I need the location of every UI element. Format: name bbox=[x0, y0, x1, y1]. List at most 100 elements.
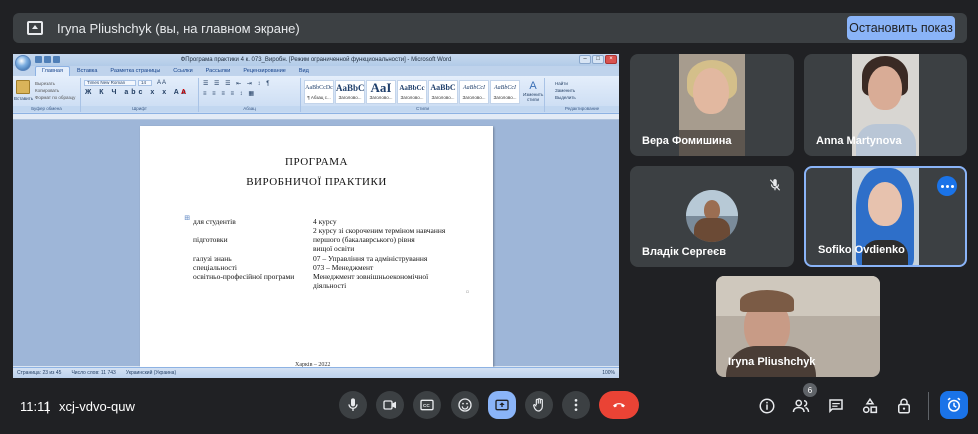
people-count-badge: 6 bbox=[803, 383, 817, 397]
doc-heading-2: ВИРОБНИЧОЇ ПРАКТИКИ bbox=[246, 176, 387, 188]
word-tab-view: Вид bbox=[298, 68, 309, 74]
presenting-banner: Iryna Pliushchyk (вы, на главном экране)… bbox=[13, 13, 967, 43]
style-heading: AaBbC Заголово... bbox=[428, 80, 458, 104]
mic-button[interactable] bbox=[339, 391, 367, 419]
info-icon bbox=[759, 398, 775, 414]
present-button[interactable] bbox=[488, 391, 516, 419]
activities-icon bbox=[862, 397, 878, 414]
more-vert-icon bbox=[574, 399, 578, 411]
style-heading: AaI Заголово... bbox=[366, 80, 396, 104]
find-item: Найти bbox=[555, 81, 568, 86]
change-styles-icon: A bbox=[529, 80, 537, 92]
doc-row-value: першого (бакалаврського) рівня bbox=[313, 235, 415, 244]
participant-name: Sofiko Ovdienko bbox=[818, 244, 905, 256]
present-to-all-icon bbox=[27, 21, 43, 35]
ribbon-group-label: Редактирование bbox=[545, 106, 619, 112]
cut-item: Вырезать bbox=[35, 81, 56, 86]
timer-button[interactable] bbox=[940, 391, 968, 419]
info-button[interactable] bbox=[757, 396, 777, 416]
participant-name: Владік Сергеєв bbox=[642, 246, 726, 258]
ribbon-group-paragraph: ☰ ☰ ☰ ⇤ ⇥ ↕ ¶ ≡ ≡ ≡ ≡ ↕ ▦ Абзац bbox=[199, 78, 301, 112]
word-statusbar: Страница: 23 из 45 Число слов: 11 743 Ук… bbox=[13, 367, 619, 378]
participant-tile-active-speaker[interactable]: Sofiko Ovdienko bbox=[804, 166, 967, 267]
participant-tile-self[interactable]: Iryna Pliushchyk bbox=[716, 276, 880, 377]
banner-title: Iryna Pliushchyk (вы, на главном экране) bbox=[57, 20, 300, 36]
word-tab-insert: Вставка bbox=[76, 68, 98, 74]
style-heading: AaBbCcI Заголово... bbox=[490, 80, 520, 104]
doc-row-label: спеціальності bbox=[193, 263, 237, 272]
status-zoom: 100% bbox=[602, 370, 615, 376]
ribbon-group-label: Шрифт bbox=[81, 106, 198, 112]
camera-button[interactable] bbox=[376, 391, 404, 419]
status-page: Страница: 23 из 45 bbox=[17, 370, 62, 376]
timer-icon bbox=[947, 397, 961, 412]
font-size-select: 14 bbox=[138, 80, 152, 86]
paragraph-mark-icon: ¤ bbox=[466, 290, 469, 296]
people-icon bbox=[792, 399, 810, 413]
ribbon-group-label: Абзац bbox=[199, 106, 300, 112]
word-tab-layout: Разметка страницы bbox=[110, 68, 161, 74]
replace-item: Заменить bbox=[555, 88, 576, 93]
minimize-icon: – bbox=[579, 55, 591, 64]
window-controls: – □ × bbox=[579, 55, 617, 64]
separator: | bbox=[46, 399, 50, 414]
host-controls-button[interactable] bbox=[894, 396, 914, 416]
doc-row-label: підготовки bbox=[193, 235, 228, 244]
word-ribbon-tabs: Главная Вставка Разметка страницы Ссылки… bbox=[13, 66, 619, 76]
participant-tile[interactable]: Владік Сергеєв bbox=[630, 166, 794, 267]
captions-icon: CC bbox=[420, 399, 434, 411]
chat-icon bbox=[829, 399, 843, 414]
people-button[interactable] bbox=[791, 396, 811, 416]
table-anchor-icon: ⊞ bbox=[184, 214, 190, 222]
document-page: ПРОГРАМА ВИРОБНИЧОЇ ПРАКТИКИ ⊞ для студе… bbox=[140, 126, 493, 376]
word-window-title: ФПрограма практики 4 к. 073_Виробн. [Реж… bbox=[180, 57, 452, 63]
paste-icon bbox=[16, 80, 30, 94]
meeting-code: xcj-vdvo-quw bbox=[59, 399, 135, 414]
emoji-button[interactable] bbox=[451, 391, 479, 419]
more-options-button[interactable] bbox=[562, 391, 590, 419]
doc-row-label: галузі знань bbox=[193, 254, 232, 263]
more-options-icon[interactable] bbox=[937, 176, 957, 196]
chat-button[interactable] bbox=[826, 396, 846, 416]
end-call-icon bbox=[613, 403, 625, 408]
ribbon-group-styles: AaBbCcDc ¶ Абзац с... AaBbC Заголово... Aa… bbox=[301, 78, 545, 112]
word-ribbon: Вставить Вырезать Копировать Формат по о… bbox=[13, 76, 619, 114]
participant-tile[interactable]: Anna Martynova bbox=[804, 54, 967, 156]
style-heading: AaBbCcI Заголово... bbox=[459, 80, 489, 104]
divider bbox=[928, 392, 929, 420]
doc-row-value: 4 курсу bbox=[313, 217, 337, 226]
doc-heading-1: ПРОГРАМА bbox=[285, 156, 348, 168]
host-controls-icon bbox=[898, 398, 910, 414]
ribbon-group-label: Стили bbox=[301, 106, 544, 112]
doc-row-value: 073 – Менеджмент bbox=[313, 263, 374, 272]
doc-row-value: діяльності bbox=[313, 281, 347, 290]
ribbon-group-editing: Найти Заменить Выделить Редактирование bbox=[545, 78, 619, 112]
list-buttons-icon: ☰ ☰ ☰ ⇤ ⇥ ↕ ¶ bbox=[203, 81, 272, 87]
format-painter-item: Формат по образцу bbox=[35, 95, 76, 100]
word-tab-references: Ссылки bbox=[173, 68, 193, 74]
captions-button[interactable]: CC bbox=[413, 391, 441, 419]
end-call-button[interactable] bbox=[599, 391, 639, 419]
raise-hand-icon bbox=[532, 398, 543, 412]
doc-row-value: Менеджмент зовнішньоекономічної bbox=[313, 272, 429, 281]
doc-row-label: освітньо-професійної програми bbox=[193, 272, 295, 281]
participant-name: Anna Martynova bbox=[816, 135, 902, 147]
ribbon-group-label: Буфер обмена bbox=[13, 106, 80, 112]
doc-row-value: 07 – Управління та адміністрування bbox=[313, 254, 428, 263]
participant-name: Iryna Pliushchyk bbox=[728, 356, 816, 368]
raise-hand-button[interactable] bbox=[525, 391, 553, 419]
stop-presenting-button[interactable]: Остановить показ bbox=[847, 16, 955, 40]
word-tab-home: Главная bbox=[35, 66, 70, 76]
participant-tile[interactable]: Вера Фомишина bbox=[630, 54, 794, 156]
activities-button[interactable] bbox=[860, 396, 880, 416]
mic-off-icon bbox=[766, 176, 784, 194]
grow-font-icon: A A bbox=[157, 80, 167, 86]
align-buttons-icon: ≡ ≡ ≡ ≡ ↕ ▦ bbox=[203, 91, 257, 97]
avatar bbox=[686, 190, 738, 242]
font-name-select: Times New Roman bbox=[84, 80, 136, 86]
doc-row-value: вищої освіти bbox=[313, 244, 355, 253]
participant-name: Вера Фомишина bbox=[642, 135, 732, 147]
document-area: ПРОГРАМА ВИРОБНИЧОЇ ПРАКТИКИ ⊞ для студе… bbox=[13, 120, 619, 376]
present-icon bbox=[495, 399, 509, 411]
mic-icon bbox=[348, 398, 358, 411]
